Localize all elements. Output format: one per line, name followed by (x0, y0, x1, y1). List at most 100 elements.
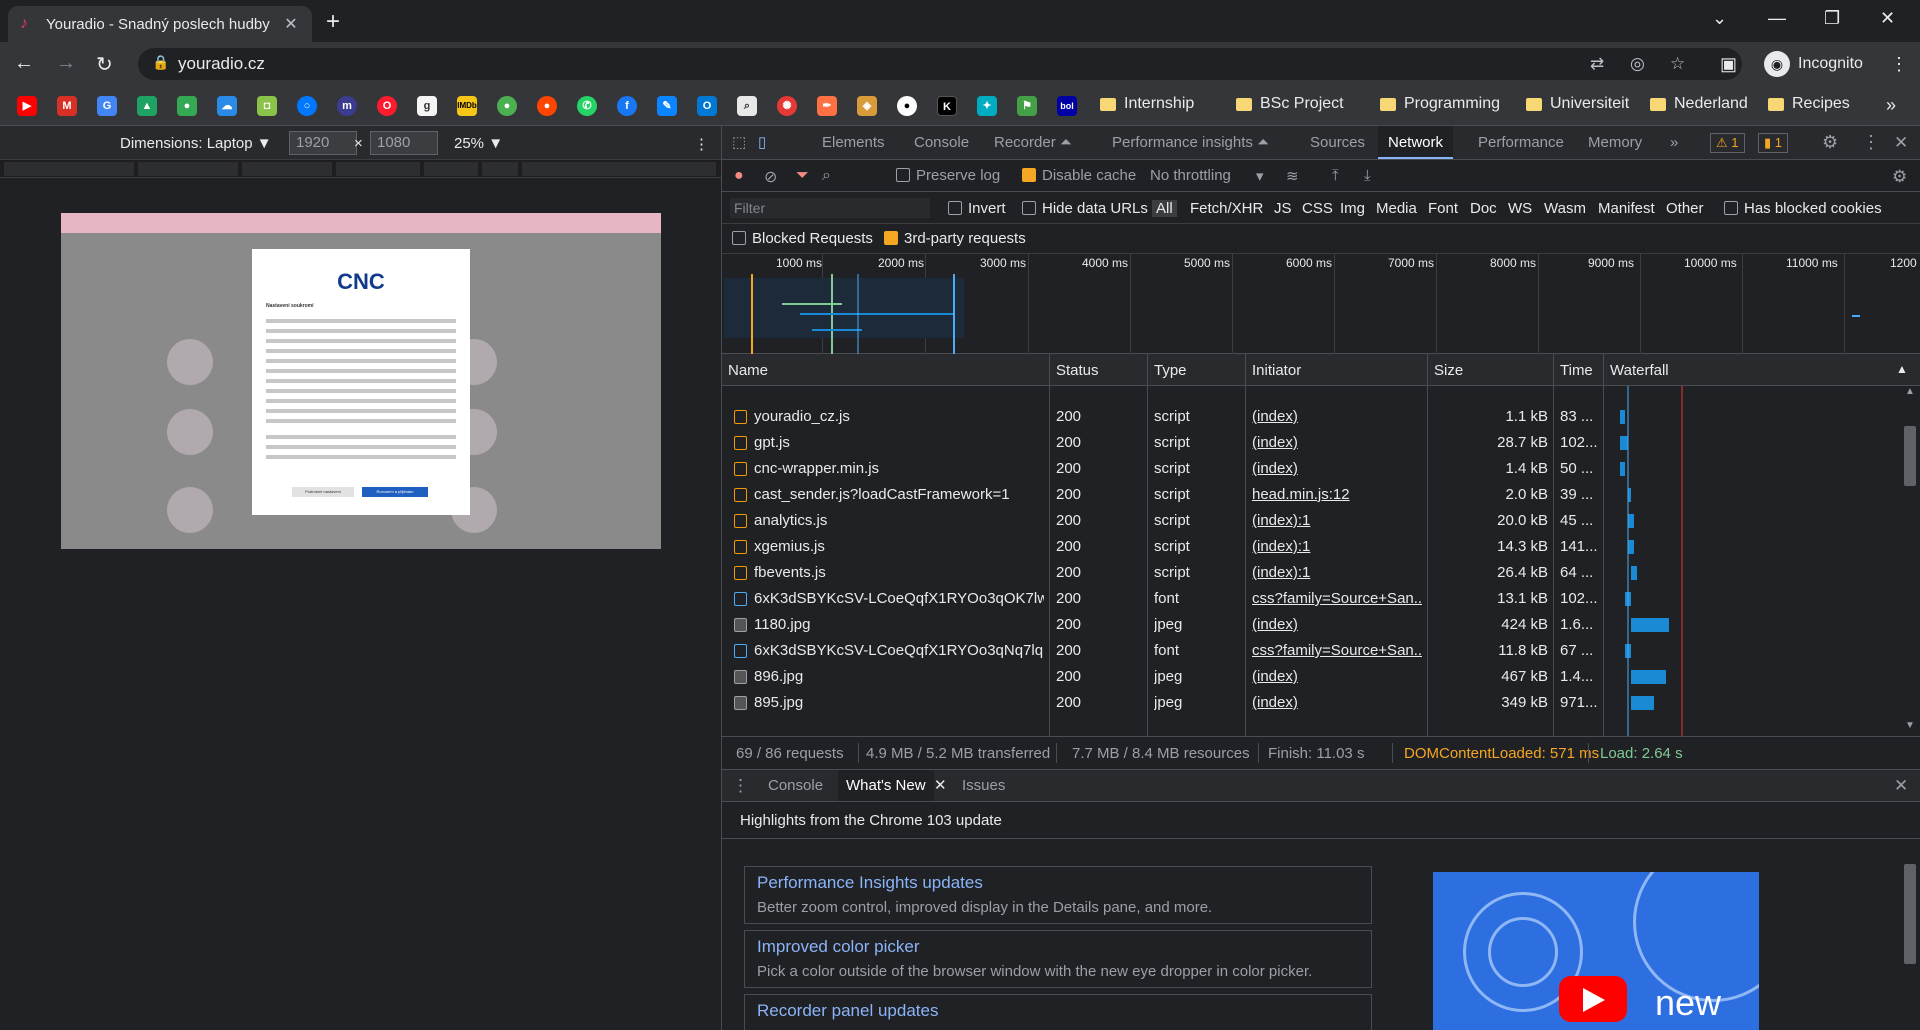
scrollbar-thumb[interactable] (1904, 426, 1916, 486)
scroll-up-icon[interactable]: ▲ (1905, 386, 1915, 397)
reload-button[interactable]: ↻ (96, 52, 113, 77)
search-icon[interactable]: ⌕ (822, 167, 831, 185)
cell-initiator[interactable]: (index) (1252, 612, 1422, 638)
g-icon[interactable]: g (417, 96, 437, 116)
whats-new-card[interactable]: Improved color picker Pick a color outsi… (744, 930, 1372, 988)
ruler-segment[interactable] (482, 162, 518, 176)
imdb-icon[interactable]: IMDb (457, 96, 477, 116)
media-query-ruler[interactable] (0, 160, 721, 178)
ruler-segment[interactable] (4, 162, 134, 176)
bookmark-folder-recipes[interactable]: Recipes (1768, 95, 1850, 113)
whats-new-card[interactable]: Recorder panel updates (744, 994, 1372, 1030)
cell-name[interactable]: analytics.js (754, 508, 1044, 534)
tab-sources[interactable]: Sources (1310, 126, 1365, 159)
cell-name[interactable]: 896.jpg (754, 664, 1044, 690)
close-whats-new-icon[interactable]: ✕ (934, 770, 947, 801)
close-window-button[interactable]: ✕ (1880, 8, 1895, 29)
owl-icon[interactable]: ◈ (857, 96, 877, 116)
tab-performance[interactable]: Performance (1478, 126, 1564, 159)
back-button[interactable]: ← (14, 52, 34, 75)
disable-cache-checkbox[interactable]: Disable cache (1022, 167, 1136, 184)
has-blocked-cookies-checkbox[interactable]: Has blocked cookies (1724, 200, 1882, 217)
drawer-scrollbar[interactable] (1900, 840, 1920, 1030)
column-size[interactable]: Size (1434, 362, 1463, 379)
column-status[interactable]: Status (1056, 362, 1099, 379)
tab-elements[interactable]: Elements (822, 126, 885, 159)
type-filter-wasm[interactable]: Wasm (1544, 200, 1586, 217)
thumbnail[interactable] (167, 339, 213, 385)
accept-button[interactable]: Rozumím a přijímám (362, 487, 428, 497)
device-toggle-icon[interactable]: ▯ (758, 126, 766, 159)
table-scrollbar[interactable]: ▲ ▼ (1900, 386, 1920, 736)
maps-icon[interactable]: ● (177, 96, 197, 116)
circle-icon[interactable]: ○ (297, 96, 317, 116)
type-filter-all[interactable]: All (1152, 200, 1177, 217)
record-icon[interactable]: ● (734, 167, 744, 185)
close-tab-icon[interactable]: ✕ (282, 14, 300, 34)
column-waterfall[interactable]: Waterfall (1610, 362, 1669, 379)
emulated-viewport[interactable]: CNC Nastavení soukromí Podrobné nastaven… (61, 213, 661, 549)
type-filter-media[interactable]: Media (1376, 200, 1417, 217)
tab-recorder[interactable]: Recorder ⏶ (994, 126, 1072, 159)
cell-initiator[interactable]: (index) (1252, 404, 1422, 430)
network-overview[interactable]: 1000 ms 2000 ms 3000 ms 4000 ms 5000 ms … (722, 254, 1920, 354)
type-filter-doc[interactable]: Doc (1470, 200, 1497, 217)
thumbnail[interactable] (167, 487, 213, 533)
scrollbar-thumb[interactable] (1904, 864, 1916, 964)
column-type[interactable]: Type (1154, 362, 1187, 379)
gear-icon[interactable]: ✺ (777, 96, 797, 116)
sort-up-icon[interactable]: ▲ (1896, 362, 1908, 376)
card-title[interactable]: Improved color picker (757, 937, 920, 957)
outlook-icon[interactable]: O (697, 96, 717, 116)
third-party-requests-checkbox[interactable]: 3rd-party requests (884, 230, 1026, 247)
cell-initiator[interactable]: (index):1 (1252, 534, 1422, 560)
youtube-icon[interactable]: ▶ (17, 96, 37, 116)
cell-name[interactable]: gpt.js (754, 430, 1044, 456)
ruler-segment[interactable] (138, 162, 238, 176)
more-tabs-button[interactable]: » (1670, 126, 1678, 159)
whats-new-card[interactable]: Performance Insights updates Better zoom… (744, 866, 1372, 924)
bookmark-folder-programming[interactable]: Programming (1380, 95, 1500, 113)
cell-name[interactable]: xgemius.js (754, 534, 1044, 560)
export-har-icon[interactable]: ⤓ (1364, 167, 1371, 184)
url-text[interactable]: youradio.cz (178, 54, 265, 74)
cell-name[interactable]: 1180.jpg (754, 612, 1044, 638)
facebook-icon[interactable]: f (617, 96, 637, 116)
zoom-dropdown[interactable]: 25% ▼ (454, 135, 503, 152)
github-icon[interactable]: ● (897, 96, 917, 116)
cloud-icon[interactable]: ☁ (217, 96, 237, 116)
gmail-icon[interactable]: M (57, 96, 77, 116)
filter-input[interactable]: Filter (730, 198, 930, 218)
k-icon[interactable]: K (937, 96, 957, 116)
cell-name[interactable]: 6xK3dSBYKcSV-LCoeQqfX1RYOo3qOK7lw... (754, 586, 1044, 612)
forward-button[interactable]: → (56, 52, 76, 75)
preserve-log-checkbox[interactable]: Preserve log (896, 167, 1000, 184)
android-icon[interactable]: ◘ (257, 96, 277, 116)
cell-initiator[interactable]: (index):1 (1252, 508, 1422, 534)
type-filter-ws[interactable]: WS (1508, 200, 1532, 217)
errors-badge[interactable]: ▮ 1 (1758, 133, 1788, 153)
drawer-menu-icon[interactable]: ⋮ (732, 770, 749, 801)
tab-performance-insights[interactable]: Performance insights ⏶ (1112, 126, 1269, 159)
ruler-segment[interactable] (336, 162, 420, 176)
cell-initiator[interactable]: (index) (1252, 430, 1422, 456)
settings-button[interactable]: Podrobné nastavení (292, 487, 354, 497)
bookmark-folder-nederland[interactable]: Nederland (1650, 95, 1748, 113)
cell-name[interactable]: 6xK3dSBYKcSV-LCoeQqfX1RYOo3qNq7lq... (754, 638, 1044, 664)
inspect-icon[interactable]: ⬚ (732, 126, 746, 159)
menu-icon[interactable]: ⋮ (1890, 54, 1908, 75)
pen-icon[interactable]: ✒ (817, 96, 837, 116)
star-icon[interactable]: ☆ (1670, 54, 1685, 74)
tab-console[interactable]: Console (914, 126, 969, 159)
settings-gear-icon[interactable]: ⚙ (1822, 126, 1838, 159)
side-panel-icon[interactable]: ▣ (1720, 54, 1737, 75)
colors-icon[interactable]: ● (497, 96, 517, 116)
invert-checkbox[interactable]: Invert (948, 200, 1006, 217)
drawer-tab-issues[interactable]: Issues (962, 770, 1005, 801)
dropdown-arrow-icon[interactable]: ▾ (1256, 167, 1264, 185)
drive-icon[interactable]: ▲ (137, 96, 157, 116)
new-tab-button[interactable]: + (326, 8, 340, 36)
cell-name[interactable]: cnc-wrapper.min.js (754, 456, 1044, 482)
translate-icon[interactable]: ⇄ (1590, 54, 1604, 74)
cell-name[interactable]: 895.jpg (754, 690, 1044, 716)
